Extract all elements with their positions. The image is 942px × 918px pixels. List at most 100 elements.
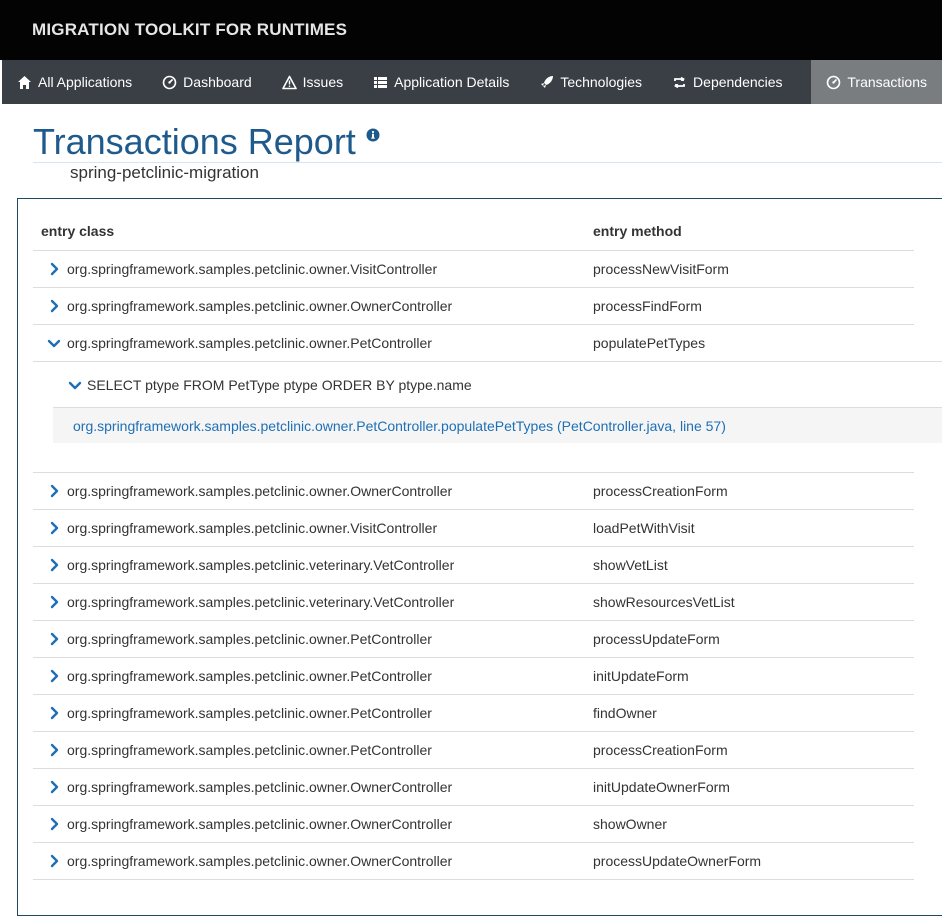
chevron-right-icon[interactable] bbox=[47, 595, 61, 609]
entry-class-cell: org.springframework.samples.petclinic.ow… bbox=[33, 520, 593, 536]
entry-class-cell: org.springframework.samples.petclinic.ow… bbox=[33, 335, 593, 351]
chevron-down-icon[interactable] bbox=[68, 378, 82, 392]
entry-class-cell: org.springframework.samples.petclinic.ow… bbox=[33, 298, 593, 314]
entry-method-cell: showOwner bbox=[593, 816, 667, 832]
top-header-bar: MIGRATION TOOLKIT FOR RUNTIMES bbox=[0, 0, 942, 60]
table-row[interactable]: org.springframework.samples.petclinic.ow… bbox=[33, 732, 914, 769]
entry-class-cell: org.springframework.samples.petclinic.ow… bbox=[33, 631, 593, 647]
nav-item-label: Dashboard bbox=[183, 74, 252, 90]
chevron-right-icon[interactable] bbox=[47, 854, 61, 868]
table-row[interactable]: org.springframework.samples.petclinic.ow… bbox=[33, 473, 914, 510]
chevron-right-icon[interactable] bbox=[47, 817, 61, 831]
entry-method-cell: processNewVisitForm bbox=[593, 261, 729, 277]
chevron-right-icon[interactable] bbox=[47, 632, 61, 646]
chevron-right-icon[interactable] bbox=[47, 669, 61, 683]
entry-class-text: org.springframework.samples.petclinic.ow… bbox=[67, 779, 453, 795]
table-row[interactable]: org.springframework.samples.petclinic.ve… bbox=[33, 584, 914, 621]
main-navigation: All Applications Dashboard Issues Applicati… bbox=[2, 60, 942, 104]
warning-icon bbox=[281, 75, 297, 89]
chevron-right-icon[interactable] bbox=[47, 743, 61, 757]
nav-item-transactions[interactable]: Transactions bbox=[811, 60, 942, 104]
chevron-right-icon[interactable] bbox=[47, 521, 61, 535]
page-title: Transactions Report bbox=[33, 121, 356, 162]
entry-class-cell: org.springframework.samples.petclinic.ow… bbox=[33, 742, 593, 758]
entry-class-text: org.springframework.samples.petclinic.ow… bbox=[67, 261, 438, 277]
entry-class-cell: org.springframework.samples.petclinic.ow… bbox=[33, 483, 593, 499]
chevron-down-icon[interactable] bbox=[47, 336, 61, 350]
entry-method-cell: populatePetTypes bbox=[593, 335, 706, 351]
sql-query-row[interactable]: SELECT ptype FROM PetType ptype ORDER BY… bbox=[53, 362, 942, 408]
chevron-right-icon[interactable] bbox=[47, 262, 61, 276]
chevron-right-icon[interactable] bbox=[47, 706, 61, 720]
sql-query-text: SELECT ptype FROM PetType ptype ORDER BY… bbox=[87, 376, 472, 393]
entry-method-cell: initUpdateForm bbox=[593, 668, 689, 684]
transactions-table: entry class entry method org.springframe… bbox=[33, 212, 942, 880]
nav-item-label: Application Details bbox=[394, 74, 510, 90]
chevron-right-icon[interactable] bbox=[47, 299, 61, 313]
entry-method-cell: showVetList bbox=[593, 557, 668, 573]
nav-item-technologies[interactable]: Technologies bbox=[524, 60, 657, 104]
nav-item-issues[interactable]: Issues bbox=[267, 60, 358, 104]
entry-class-cell: org.springframework.samples.petclinic.ow… bbox=[33, 853, 593, 869]
table-row[interactable]: org.springframework.samples.petclinic.ow… bbox=[33, 806, 914, 843]
dashboard-icon bbox=[827, 75, 841, 89]
entry-method-cell: initUpdateOwnerForm bbox=[593, 779, 730, 795]
page-subtitle: spring-petclinic-migration bbox=[70, 163, 259, 182]
home-icon bbox=[18, 75, 31, 89]
table-row[interactable]: org.springframework.samples.petclinic.ow… bbox=[33, 843, 914, 880]
table-row[interactable]: org.springframework.samples.petclinic.ow… bbox=[33, 769, 914, 806]
entry-method-cell: processUpdateForm bbox=[593, 631, 720, 647]
entry-method-cell: showResourcesVetList bbox=[593, 594, 735, 610]
column-header-entry-method[interactable]: entry method bbox=[593, 223, 914, 239]
retweet-icon bbox=[673, 76, 686, 88]
entry-class-text: org.springframework.samples.petclinic.ve… bbox=[67, 594, 455, 610]
entry-method-cell: processFindForm bbox=[593, 298, 702, 314]
stack-trace-link[interactable]: org.springframework.samples.petclinic.ow… bbox=[53, 418, 726, 434]
entry-class-text: org.springframework.samples.petclinic.ow… bbox=[67, 705, 432, 721]
chevron-right-icon[interactable] bbox=[47, 780, 61, 794]
table-row[interactable]: org.springframework.samples.petclinic.ve… bbox=[33, 547, 914, 584]
table-row[interactable]: org.springframework.samples.petclinic.ow… bbox=[33, 510, 914, 547]
table-row[interactable]: org.springframework.samples.petclinic.ow… bbox=[33, 325, 942, 362]
table-header-row: entry class entry method bbox=[33, 212, 914, 251]
entry-class-text: org.springframework.samples.petclinic.ow… bbox=[67, 298, 453, 314]
dashboard-icon bbox=[162, 75, 177, 89]
entry-class-cell: org.springframework.samples.petclinic.ow… bbox=[33, 779, 593, 795]
stack-trace-row: org.springframework.samples.petclinic.ow… bbox=[53, 408, 942, 443]
chevron-right-icon[interactable] bbox=[47, 558, 61, 572]
entry-class-text: org.springframework.samples.petclinic.ow… bbox=[67, 816, 453, 832]
table-row[interactable]: org.springframework.samples.petclinic.ow… bbox=[33, 251, 914, 288]
entry-method-cell: processCreationForm bbox=[593, 483, 728, 499]
entry-method-cell: findOwner bbox=[593, 705, 657, 721]
entry-class-text: org.springframework.samples.petclinic.ow… bbox=[67, 742, 432, 758]
table-row[interactable]: org.springframework.samples.petclinic.ow… bbox=[33, 695, 914, 732]
table-row[interactable]: org.springframework.samples.petclinic.ow… bbox=[33, 288, 914, 325]
entry-class-text: org.springframework.samples.petclinic.ve… bbox=[67, 557, 455, 573]
transaction-detail: SELECT ptype FROM PetType ptype ORDER BY… bbox=[33, 362, 942, 473]
entry-class-cell: org.springframework.samples.petclinic.ve… bbox=[33, 594, 593, 610]
info-icon[interactable] bbox=[366, 128, 380, 142]
entry-class-cell: org.springframework.samples.petclinic.ow… bbox=[33, 261, 593, 277]
entry-class-text: org.springframework.samples.petclinic.ow… bbox=[67, 335, 432, 351]
nav-item-dependencies[interactable]: Dependencies bbox=[657, 60, 798, 104]
nav-item-dashboard[interactable]: Dashboard bbox=[147, 60, 267, 104]
nav-item-all-applications[interactable]: All Applications bbox=[2, 60, 147, 104]
column-header-entry-class[interactable]: entry class bbox=[33, 223, 593, 239]
table-row[interactable]: org.springframework.samples.petclinic.ow… bbox=[33, 658, 914, 695]
entry-class-cell: org.springframework.samples.petclinic.ow… bbox=[33, 705, 593, 721]
nav-item-label: Issues bbox=[302, 74, 344, 90]
entry-method-cell: processUpdateOwnerForm bbox=[593, 853, 762, 869]
entry-method-cell: loadPetWithVisit bbox=[593, 520, 695, 536]
list-icon bbox=[374, 76, 388, 88]
rocket-icon bbox=[541, 75, 554, 88]
table-row[interactable]: org.springframework.samples.petclinic.ow… bbox=[33, 621, 914, 658]
brand-title: MIGRATION TOOLKIT FOR RUNTIMES bbox=[32, 20, 348, 39]
entry-class-text: org.springframework.samples.petclinic.ow… bbox=[67, 483, 453, 499]
entry-class-cell: org.springframework.samples.petclinic.ow… bbox=[33, 816, 593, 832]
entry-method-cell: processCreationForm bbox=[593, 742, 728, 758]
entry-class-text: org.springframework.samples.petclinic.ow… bbox=[67, 631, 432, 647]
chevron-right-icon[interactable] bbox=[47, 484, 61, 498]
entry-class-cell: org.springframework.samples.petclinic.ow… bbox=[33, 668, 593, 684]
nav-item-application-details[interactable]: Application Details bbox=[358, 60, 524, 104]
nav-item-label: Dependencies bbox=[693, 74, 783, 90]
